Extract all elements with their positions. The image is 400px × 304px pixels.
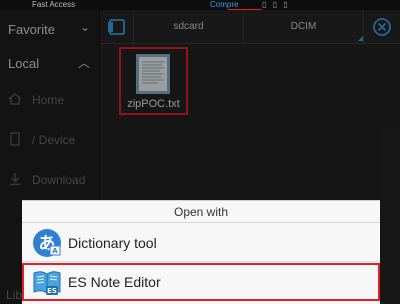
window-tab-icons[interactable]: ▯ ▯ ▯ <box>262 0 290 10</box>
es-note-editor-icon: ES <box>32 267 62 297</box>
option-label: ES Note Editor <box>68 274 161 290</box>
fast-access-label[interactable]: Fast Access <box>32 0 75 10</box>
option-dictionary-tool[interactable]: あ A Dictionary tool <box>22 224 380 262</box>
dialog-title: Open with <box>22 201 380 223</box>
open-with-dialog: Open with あ A Dictionary tool ES ES Note… <box>22 200 380 304</box>
dictionary-app-icon: あ A <box>32 228 62 258</box>
option-label: Dictionary tool <box>68 235 157 251</box>
top-status-bar: Fast Access Compre ▯ ▯ ▯ <box>0 0 400 11</box>
option-es-note-editor[interactable]: ES ES Note Editor <box>22 263 380 301</box>
svg-text:A: A <box>52 247 58 255</box>
svg-text:ES: ES <box>47 287 57 295</box>
